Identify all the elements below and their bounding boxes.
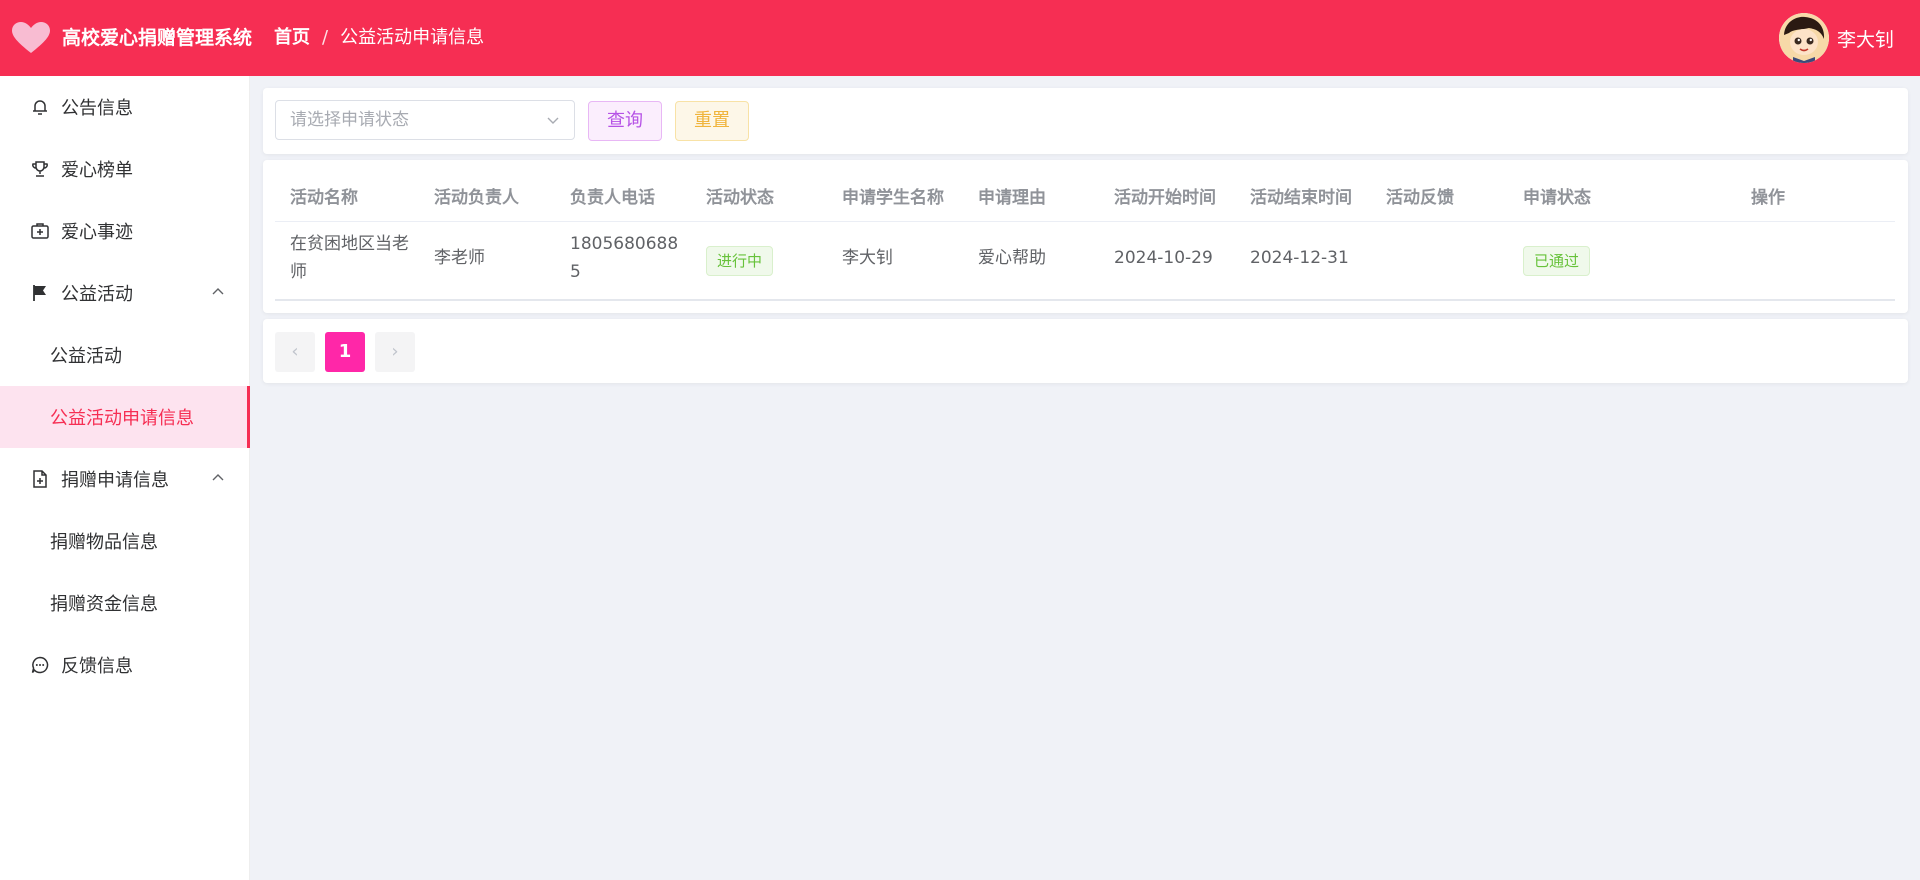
row-divider [275, 299, 1895, 301]
chevron-up-icon [212, 474, 224, 481]
apply-status-tag: 已通过 [1523, 246, 1591, 276]
reset-button[interactable]: 重置 [675, 101, 749, 141]
chevron-down-icon [547, 117, 559, 124]
breadcrumb-separator: / [322, 27, 329, 48]
flag-icon [29, 282, 51, 304]
pagination: ‹ 1 › [263, 319, 1908, 383]
trophy-icon [29, 158, 51, 180]
activity-status-tag: 进行中 [706, 246, 774, 276]
sidebar-item-label: 捐赠资金信息 [50, 594, 158, 615]
column-header: 活动状态 [706, 188, 774, 208]
sidebar-item-label: 反馈信息 [61, 656, 133, 677]
prev-page-button[interactable]: ‹ [275, 332, 315, 372]
breadcrumb: 首页 / 公益活动申请信息 [274, 0, 484, 76]
column-header: 申请理由 [978, 188, 1046, 208]
next-page-button[interactable]: › [375, 332, 415, 372]
chevron-up-icon [212, 288, 224, 295]
column-header: 活动负责人 [434, 188, 519, 208]
column-header: 活动开始时间 [1114, 188, 1216, 208]
sidebar-item-label: 公告信息 [61, 98, 133, 119]
sidebar-item-love-ranking[interactable]: 爱心榜单 [0, 138, 250, 200]
column-header: 负责人电话 [570, 188, 655, 208]
sidebar-subitem-donated-funds[interactable]: 捐赠资金信息 [0, 572, 250, 634]
first-aid-kit-icon [29, 220, 51, 242]
search-bar: 请选择申请状态 查询 重置 [263, 88, 1908, 154]
sidebar-item-label: 公益活动申请信息 [50, 408, 194, 429]
sidebar-item-label: 爱心榜单 [61, 160, 133, 181]
column-header: 活动结束时间 [1250, 188, 1352, 208]
applications-table: 活动名称 活动负责人 负责人电话 活动状态 申请学生名称 申请理由 活动开始时间… [263, 160, 1908, 313]
heart-logo-icon [12, 22, 50, 53]
cell-student: 李大钊 [842, 248, 893, 268]
chat-dot-icon [29, 654, 51, 676]
header-divider [275, 221, 1895, 222]
sidebar-item-label: 公益活动 [50, 346, 122, 367]
sidebar-item-label: 捐赠申请信息 [61, 470, 169, 491]
sidebar-subitem-donated-goods[interactable]: 捐赠物品信息 [0, 510, 250, 572]
column-header: 申请状态 [1523, 188, 1591, 208]
document-add-icon [29, 468, 51, 490]
cell-start-time: 2024-10-29 [1114, 248, 1213, 268]
cell-end-time: 2024-12-31 [1250, 248, 1349, 268]
column-header: 活动名称 [290, 188, 358, 208]
select-placeholder: 请选择申请状态 [290, 110, 409, 130]
system-title: 高校爱心捐赠管理系统 [62, 27, 253, 49]
column-header: 申请学生名称 [842, 188, 944, 208]
sidebar-item-label: 公益活动 [61, 284, 133, 305]
bell-icon [29, 96, 51, 118]
apply-status-select[interactable]: 请选择申请状态 [275, 100, 575, 140]
cell-reason: 爱心帮助 [978, 248, 1046, 268]
cell-phone: 18056806885 [570, 234, 679, 282]
sidebar-item-charity-activities[interactable]: 公益活动 [0, 262, 250, 324]
sidebar-subitem-activity-applications[interactable]: 公益活动申请信息 [0, 386, 250, 448]
sidebar-item-label: 捐赠物品信息 [50, 532, 158, 553]
column-header: 操作 [1751, 188, 1785, 208]
user-name: 李大钊 [1836, 28, 1894, 51]
sidebar-item-love-stories[interactable]: 爱心事迹 [0, 200, 250, 262]
column-header: 活动反馈 [1386, 188, 1454, 208]
sidebar-item-label: 爱心事迹 [61, 222, 133, 243]
cell-activity-name: 在贫困地区当老师 [290, 234, 409, 282]
avatar[interactable] [1778, 13, 1829, 63]
sidebar-item-announcements[interactable]: 公告信息 [0, 76, 250, 138]
top-header: 高校爱心捐赠管理系统 首页 / 公益活动申请信息 李大钊 [0, 0, 1920, 76]
sidebar-item-donation-applications[interactable]: 捐赠申请信息 [0, 448, 250, 510]
user-menu[interactable]: 李大钊 [1778, 12, 1894, 64]
sidebar-subitem-charity-activity[interactable]: 公益活动 [0, 324, 250, 386]
query-button[interactable]: 查询 [588, 101, 662, 141]
sidebar-item-feedback[interactable]: 反馈信息 [0, 634, 250, 696]
cell-owner: 李老师 [434, 248, 485, 268]
breadcrumb-current: 公益活动申请信息 [340, 27, 485, 48]
breadcrumb-home[interactable]: 首页 [274, 0, 310, 76]
sidebar: 公告信息 爱心榜单 爱心事迹 公益活动 公益活动 公益活动申请信息 捐赠申请信息… [0, 76, 250, 880]
page-number-button[interactable]: 1 [325, 332, 365, 372]
